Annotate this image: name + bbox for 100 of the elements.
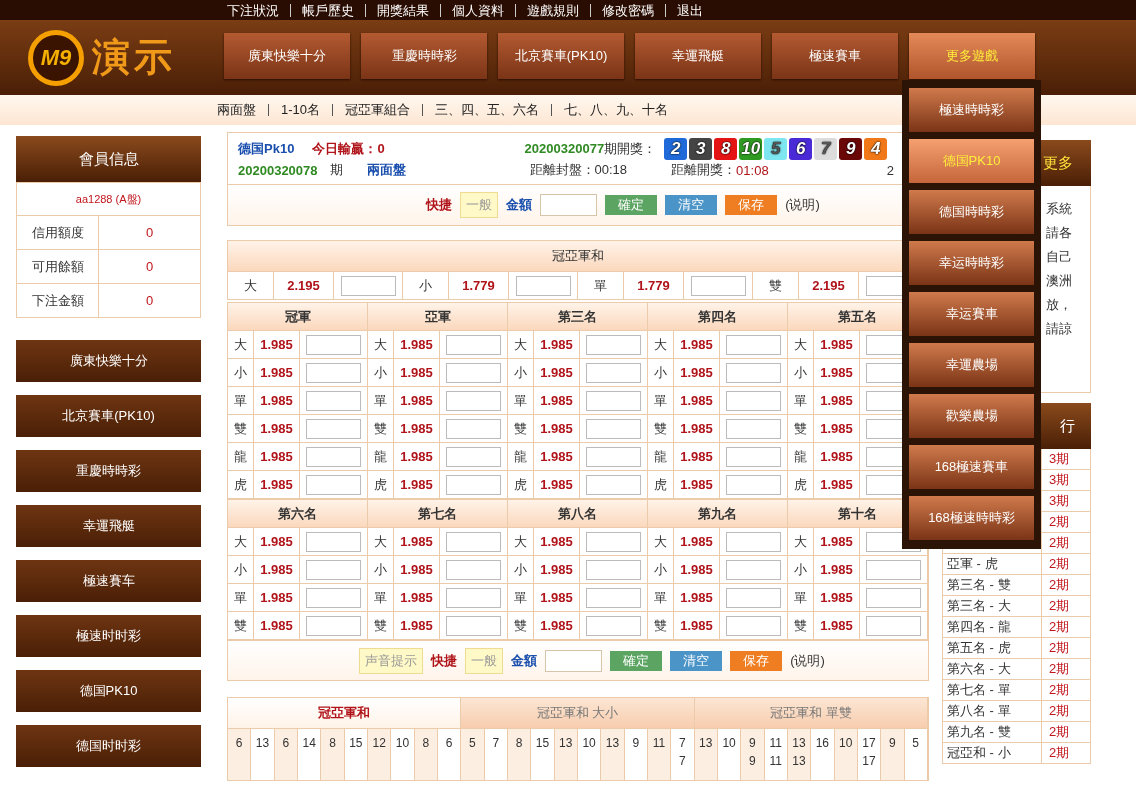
menu-item[interactable]: 幸运賽車 [909, 292, 1034, 336]
top-link[interactable]: 個人資料 [440, 3, 515, 17]
bet-field[interactable] [446, 362, 501, 383]
odds-value: 1.985 [254, 612, 300, 639]
bet-field[interactable] [446, 390, 501, 411]
bet-field[interactable] [446, 615, 501, 636]
bet-field[interactable] [306, 334, 361, 355]
bet-field[interactable] [726, 559, 781, 580]
bet-field[interactable] [586, 531, 641, 552]
game-button[interactable]: 幸運飛艇 [16, 505, 201, 547]
bet-field[interactable] [586, 587, 641, 608]
bet-field[interactable] [306, 418, 361, 439]
top-link[interactable]: 開獎結果 [365, 3, 440, 17]
help-link[interactable]: (说明) [785, 196, 820, 214]
sub-nav-link[interactable]: 三、四、五、六名 [422, 104, 552, 116]
bet-field[interactable] [726, 390, 781, 411]
menu-item[interactable]: 幸运時時彩 [909, 241, 1034, 285]
bet-field[interactable] [306, 390, 361, 411]
bet-field[interactable] [726, 334, 781, 355]
bet-field[interactable] [446, 418, 501, 439]
bet-field[interactable] [306, 474, 361, 495]
odds-value: 2.195 [274, 272, 334, 299]
game-button[interactable]: 極速时时彩 [16, 615, 201, 657]
clear-button[interactable]: 清空 [665, 195, 718, 215]
nav-tab[interactable]: 極速賽車 [772, 33, 898, 79]
sub-nav-link[interactable]: 七、八、九、十名 [551, 104, 681, 116]
sub-nav-link[interactable]: 1-10名 [268, 104, 333, 116]
game-button[interactable]: 重慶時時彩 [16, 450, 201, 492]
bet-field[interactable] [306, 587, 361, 608]
nav-tab[interactable]: 重慶時時彩 [361, 33, 487, 79]
top-link[interactable]: 下注狀況 [216, 3, 290, 17]
bet-field[interactable] [446, 446, 501, 467]
bet-field[interactable] [586, 446, 641, 467]
bet-field[interactable] [866, 587, 921, 608]
amount-field[interactable] [545, 649, 603, 672]
game-button[interactable]: 德国PK10 [16, 670, 201, 712]
help-link[interactable]: (说明) [790, 651, 825, 670]
bet-field[interactable] [515, 275, 571, 296]
bet-field[interactable] [866, 615, 921, 636]
bet-field[interactable] [586, 474, 641, 495]
bet-field[interactable] [690, 275, 746, 296]
game-button[interactable]: 極速賽车 [16, 560, 201, 602]
bet-field[interactable] [446, 531, 501, 552]
bet-field[interactable] [726, 587, 781, 608]
amount-field[interactable] [540, 194, 598, 216]
menu-item[interactable]: 幸運農場 [909, 343, 1034, 387]
top-link[interactable]: 修改密碼 [590, 3, 665, 17]
game-button[interactable]: 德国时时彩 [16, 725, 201, 767]
top-link[interactable]: 帳戶歷史 [290, 3, 365, 17]
logo-badge: M9 [28, 29, 84, 86]
bet-field[interactable] [586, 390, 641, 411]
bet-field[interactable] [306, 446, 361, 467]
bet-field[interactable] [726, 615, 781, 636]
top-link[interactable]: 退出 [665, 3, 714, 17]
bet-field[interactable] [726, 362, 781, 383]
bet-field[interactable] [586, 418, 641, 439]
menu-item[interactable]: 168極速時時彩 [909, 496, 1034, 540]
bet-field[interactable] [446, 587, 501, 608]
bet-field[interactable] [340, 275, 396, 296]
clear-button[interactable]: 清空 [670, 650, 723, 671]
odds-value: 1.985 [814, 471, 860, 498]
menu-item[interactable]: 168極速賽車 [909, 445, 1034, 489]
bet-field[interactable] [446, 559, 501, 580]
game-button[interactable]: 廣東快樂十分 [16, 340, 201, 382]
bet-field[interactable] [586, 334, 641, 355]
stats-tab[interactable]: 冠亞軍和 [228, 698, 462, 728]
menu-item[interactable]: 極速時時彩 [909, 88, 1034, 132]
mode-name: 兩面盤 [366, 161, 406, 180]
odds-value: 1.985 [394, 443, 440, 470]
stats-tab[interactable]: 冠亞軍和 單雙 [694, 698, 928, 728]
bet-field[interactable] [586, 559, 641, 580]
odds-value: 1.985 [534, 612, 580, 639]
bet-field[interactable] [306, 531, 361, 552]
bet-field[interactable] [726, 474, 781, 495]
bet-field[interactable] [726, 531, 781, 552]
nav-tab[interactable]: 北京賽車(PK10) [498, 33, 624, 79]
odds-value: 1.985 [254, 331, 300, 358]
streak-name: 亞軍 - 虎 [943, 554, 1042, 574]
bet-field[interactable] [586, 362, 641, 383]
bet-field[interactable] [306, 615, 361, 636]
bet-field[interactable] [866, 559, 921, 580]
current-period: 20200320078 [238, 162, 318, 178]
menu-item[interactable]: 歡樂農場 [909, 394, 1034, 438]
bet-field[interactable] [446, 334, 501, 355]
bet-field[interactable] [586, 615, 641, 636]
nav-tab[interactable]: 廣東快樂十分 [224, 33, 350, 79]
game-button[interactable]: 北京賽車(PK10) [16, 395, 201, 437]
sub-nav-link[interactable]: 兩面盤 [205, 104, 268, 116]
sub-nav-link[interactable]: 冠亞軍組合 [332, 104, 423, 116]
notice-text: 系統 [1046, 200, 1072, 217]
top-link[interactable]: 遊戲規則 [515, 3, 590, 17]
bet-field[interactable] [726, 446, 781, 467]
nav-tab[interactable]: 幸運飛艇 [635, 33, 761, 79]
bet-field[interactable] [446, 474, 501, 495]
menu-item[interactable]: 德国時時彩 [909, 190, 1034, 234]
bet-field[interactable] [306, 362, 361, 383]
bet-field[interactable] [726, 418, 781, 439]
game-name: 德国Pk10 [238, 139, 295, 158]
bet-field[interactable] [306, 559, 361, 580]
stats-tab[interactable]: 冠亞軍和 大小 [461, 698, 695, 728]
